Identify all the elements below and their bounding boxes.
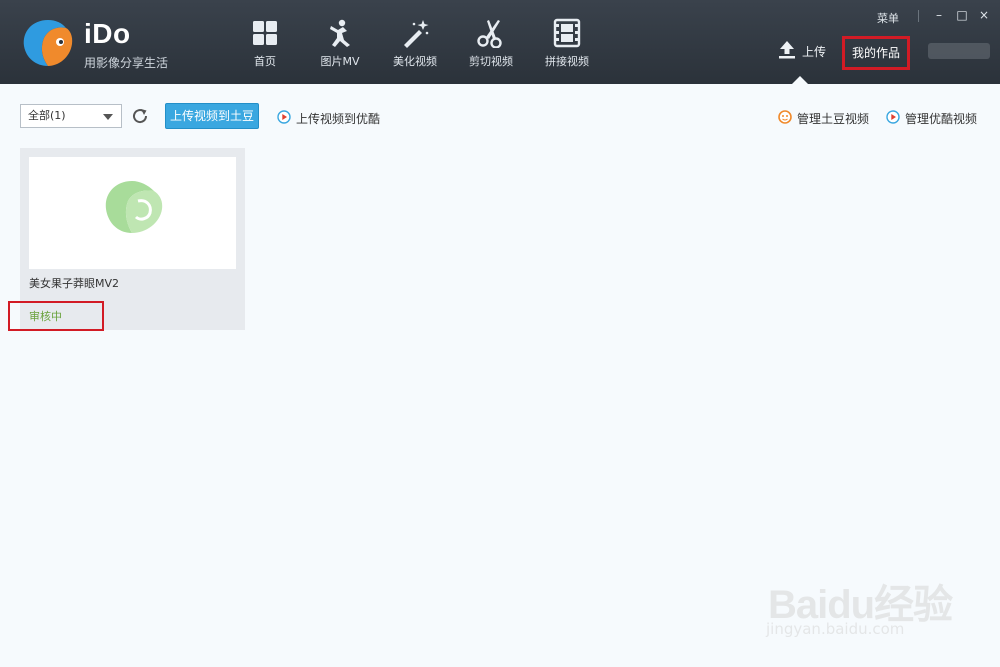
my-works-tab[interactable]: 我的作品 <box>842 36 910 70</box>
magic-wand-icon <box>404 20 429 48</box>
app-name: iDo <box>84 18 131 49</box>
youku-play-icon <box>886 110 900 124</box>
top-bar: iDo 用影像分享生活 首页 图片MV 美化视频 剪切视频 拼接视频 菜单 – … <box>0 0 1000 84</box>
nav-label: 美化视频 <box>393 55 437 68</box>
ido-logo-icon <box>23 20 73 66</box>
upload-arrow-icon <box>779 41 795 59</box>
upload-tab-label: 上传 <box>802 45 827 59</box>
nav-beautify-video[interactable]: 美化视频 <box>379 18 451 74</box>
minimize-button[interactable]: – <box>932 8 946 22</box>
status-highlight-box <box>8 301 104 331</box>
maximize-button[interactable]: □ <box>955 8 969 22</box>
refresh-icon[interactable] <box>131 107 149 125</box>
upload-to-youku-label: 上传视频到优酷 <box>296 112 381 126</box>
manage-tudou-label: 管理土豆视频 <box>797 112 870 126</box>
video-thumbnail[interactable] <box>29 157 236 269</box>
close-button[interactable]: × <box>977 8 991 22</box>
nav-photo-mv[interactable]: 图片MV <box>304 18 376 74</box>
category-filter-select[interactable]: 全部(1) <box>20 104 122 128</box>
upload-to-tudou-button[interactable]: 上传视频到土豆 <box>165 103 259 129</box>
username-blurred[interactable] <box>928 43 990 59</box>
window-separator <box>918 10 919 22</box>
baidu-jingyan-watermark: Baidu经验 jingyan.baidu.com <box>766 572 956 642</box>
active-tab-caret <box>792 76 808 84</box>
home-grid-icon <box>253 21 277 45</box>
chevron-down-icon <box>103 114 113 120</box>
app-slogan: 用影像分享生活 <box>84 56 169 70</box>
placeholder-leaf-icon <box>105 181 163 233</box>
nav-cut-video[interactable]: 剪切视频 <box>455 18 527 74</box>
nav-label: 首页 <box>254 55 276 68</box>
dancer-icon <box>330 19 350 47</box>
nav-label: 剪切视频 <box>469 55 513 68</box>
watermark-url: jingyan.baidu.com <box>766 620 905 638</box>
youku-play-icon <box>277 110 291 124</box>
category-filter-value: 全部(1) <box>28 109 66 122</box>
nav-label: 图片MV <box>320 55 360 68</box>
film-strip-icon <box>553 18 581 48</box>
work-title: 美女果子莽眼MV2 <box>29 277 120 290</box>
nav-join-video[interactable]: 拼接视频 <box>531 18 603 74</box>
tudou-icon <box>778 110 792 124</box>
menu-button[interactable]: 菜单 <box>877 10 899 26</box>
nav-home[interactable]: 首页 <box>229 18 301 74</box>
manage-youku-label: 管理优酷视频 <box>905 112 978 126</box>
nav-label: 拼接视频 <box>545 55 589 68</box>
scissors-icon <box>477 20 502 48</box>
